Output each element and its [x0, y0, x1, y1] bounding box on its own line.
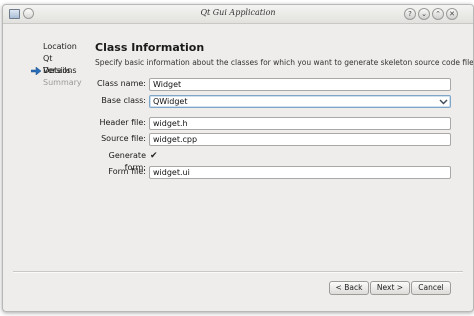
help-button[interactable]: ?: [404, 8, 416, 20]
source-file-label: Source file:: [101, 134, 146, 143]
step-label: Summary: [43, 78, 82, 87]
back-button[interactable]: < Back: [329, 281, 369, 295]
minimize-button[interactable]: ⌄: [418, 8, 430, 20]
class-name-field[interactable]: Widget: [149, 78, 451, 91]
generate-form-checkbox[interactable]: ✔: [150, 151, 160, 161]
close-button[interactable]: ✕: [446, 8, 458, 20]
wizard-window: Qt Gui Application ? ⌄ ⌃ ✕ Location Qt V…: [2, 4, 474, 312]
page-title: Class Information: [95, 41, 205, 54]
step-label: Location: [43, 42, 77, 51]
cancel-button[interactable]: Cancel: [411, 281, 451, 295]
maximize-button[interactable]: ⌃: [432, 8, 444, 20]
divider: [13, 271, 463, 273]
page-subtitle: Specify basic information about the clas…: [95, 58, 474, 67]
base-class-combobox[interactable]: QWidget: [149, 95, 451, 108]
form-file-label: Form file:: [108, 167, 146, 176]
step-location: Location: [17, 41, 87, 53]
header-file-label: Header file:: [99, 118, 146, 127]
current-step-arrow-icon: [31, 67, 41, 75]
header-file-field[interactable]: widget.h: [149, 117, 451, 130]
step-qt-versions: Qt Versions: [17, 53, 87, 75]
source-file-field[interactable]: widget.cpp: [149, 133, 451, 146]
class-name-label: Class name:: [97, 79, 146, 88]
chevron-down-icon[interactable]: [439, 96, 448, 107]
step-details: Details: [17, 65, 87, 77]
form-file-field[interactable]: widget.ui: [149, 166, 451, 179]
titlebar[interactable]: Qt Gui Application ? ⌄ ⌃ ✕: [3, 5, 473, 24]
base-class-value: QWidget: [153, 97, 188, 106]
step-summary: Summary: [17, 77, 87, 89]
next-button[interactable]: Next >: [370, 281, 410, 295]
window-title: Qt Gui Application: [200, 8, 276, 17]
wizard-steps: Location Qt Versions Details Summary: [17, 41, 87, 89]
base-class-label: Base class:: [101, 96, 146, 105]
step-label: Details: [43, 66, 71, 75]
